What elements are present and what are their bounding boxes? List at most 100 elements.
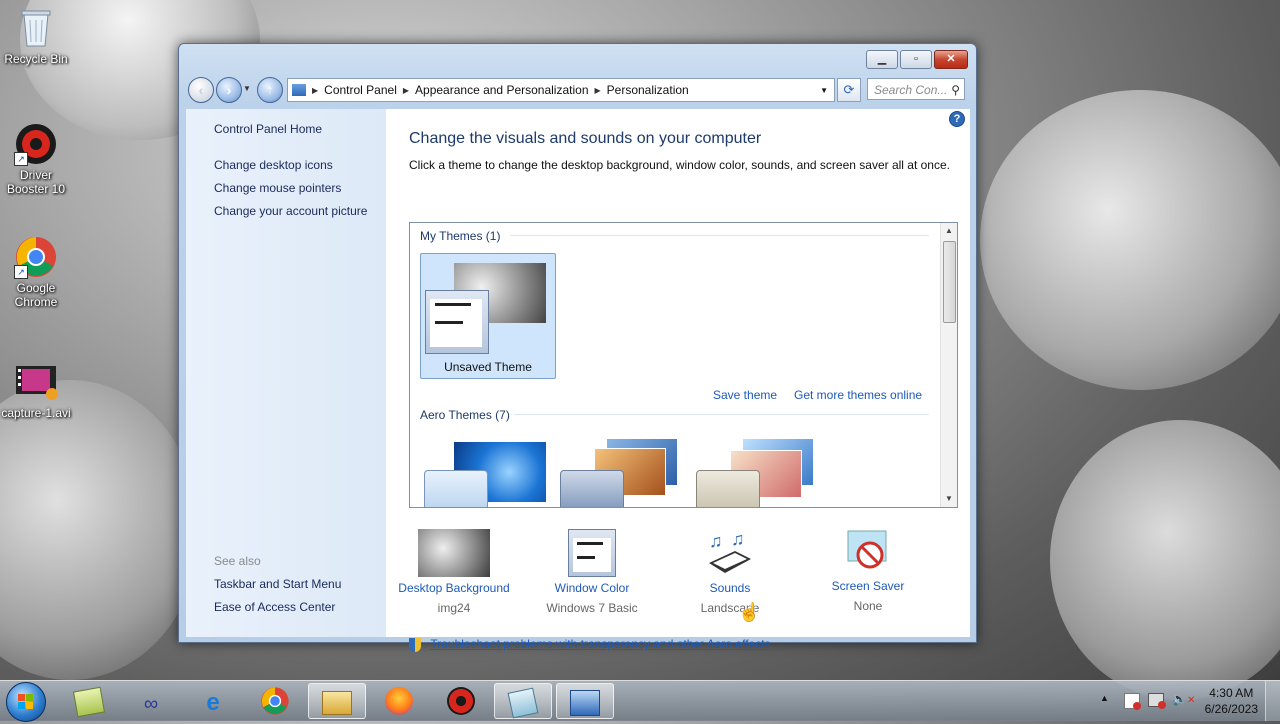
- network-icon[interactable]: [1148, 693, 1166, 709]
- action-center-icon[interactable]: [1124, 693, 1141, 710]
- volume-muted-icon[interactable]: 🔈✕: [1172, 692, 1195, 706]
- breadcrumb-separator: ▶: [312, 85, 319, 95]
- taskbar-driver-booster-icon[interactable]: [432, 683, 490, 719]
- option-value: img24: [437, 601, 471, 615]
- theme-windows-7[interactable]: [424, 438, 554, 507]
- hand-cursor-icon: ☝: [738, 602, 761, 622]
- scroll-up-icon[interactable]: ▲: [941, 223, 957, 239]
- option-value: Windows 7 Basic: [546, 601, 638, 615]
- desktop-icon-capture-avi[interactable]: capture-1.avi: [0, 360, 72, 420]
- nav-link-ease-of-access[interactable]: Ease of Access Center: [214, 600, 335, 614]
- taskbar-internet-explorer-icon[interactable]: e: [184, 683, 242, 719]
- shortcut-arrow-icon: ↗: [14, 265, 28, 279]
- search-placeholder: Search Con...: [874, 83, 948, 97]
- theme-label: Unsaved Theme: [444, 360, 532, 374]
- window-color-option[interactable]: Window Color Windows 7 Basic: [522, 529, 662, 615]
- close-button[interactable]: ✕: [934, 50, 968, 69]
- window-color-preview: [424, 470, 488, 507]
- forward-button[interactable]: ›: [216, 77, 242, 103]
- desktop-icon-google-chrome[interactable]: ↗ Google Chrome: [0, 235, 72, 309]
- desktop-icon-driver-booster[interactable]: ↗ Driver Booster 10: [0, 122, 72, 196]
- taskbar-notepad-icon[interactable]: [60, 683, 118, 719]
- clock-time: 4:30 AM: [1209, 686, 1254, 700]
- show-hidden-icons-icon[interactable]: ▲: [1100, 693, 1109, 703]
- group-divider: [510, 235, 929, 236]
- taskbar-link-app-icon[interactable]: ∞: [122, 683, 180, 719]
- sounds-icon: ♫ ♫: [705, 529, 755, 577]
- search-input[interactable]: Search Con... ⚲: [867, 78, 965, 100]
- recent-pages-dropdown[interactable]: ▼: [243, 84, 251, 93]
- theme-list: My Themes (1) Unsaved Theme Save theme G…: [409, 222, 958, 508]
- theme-architecture[interactable]: [560, 438, 690, 507]
- driver-booster-icon: ↗: [14, 122, 58, 166]
- up-button[interactable]: ↑: [257, 77, 283, 103]
- window-color-preview: [425, 290, 489, 354]
- taskbar-explorer-icon[interactable]: [308, 683, 366, 719]
- breadcrumb-item[interactable]: Control Panel: [324, 83, 397, 97]
- start-button[interactable]: [6, 682, 46, 722]
- window-controls: ▁ ▫ ✕: [864, 50, 968, 69]
- taskbar-firefox-icon[interactable]: [370, 683, 428, 719]
- my-themes-header: My Themes (1): [420, 229, 501, 243]
- aero-themes-header: Aero Themes (7): [420, 408, 510, 422]
- desktop-icon-recycle-bin[interactable]: Recycle Bin: [0, 6, 72, 66]
- taskbar-chrome-icon[interactable]: [246, 683, 304, 719]
- shield-icon: [409, 637, 421, 652]
- svg-text:♫: ♫: [709, 531, 723, 551]
- troubleshoot-row: Troubleshoot problems with transparency …: [409, 637, 771, 652]
- video-file-icon: [14, 360, 58, 404]
- taskbar-notes-icon[interactable]: [494, 683, 552, 719]
- desktop-background-icon: [418, 529, 490, 577]
- scrollbar-thumb[interactable]: [943, 241, 956, 323]
- clock-date: 6/26/2023: [1204, 702, 1258, 716]
- wallpaper-shape: [980, 90, 1280, 390]
- nav-link-change-account-picture[interactable]: Change your account picture: [214, 204, 367, 218]
- desktop-icon-label: Driver Booster 10: [6, 168, 66, 196]
- scroll-down-icon[interactable]: ▼: [941, 491, 957, 507]
- breadcrumb-separator: ▶: [402, 85, 410, 95]
- main-content-pane: ? Change the visuals and sounds on your …: [384, 109, 970, 652]
- save-theme-link[interactable]: Save theme: [713, 388, 777, 402]
- nav-link-taskbar-start-menu[interactable]: Taskbar and Start Menu: [214, 577, 341, 591]
- breadcrumb-item[interactable]: Personalization: [607, 83, 689, 97]
- help-icon[interactable]: ?: [949, 111, 965, 127]
- nav-link-change-desktop-icons[interactable]: Change desktop icons: [214, 158, 333, 172]
- svg-text:♫: ♫: [731, 529, 745, 549]
- theme-characters[interactable]: [696, 438, 826, 507]
- theme-unsaved[interactable]: Unsaved Theme: [420, 253, 556, 379]
- show-desktop-button[interactable]: [1265, 681, 1280, 721]
- recycle-bin-icon: [14, 6, 58, 50]
- theme-list-scrollbar[interactable]: ▲ ▼: [940, 223, 957, 507]
- page-title: Change the visuals and sounds on your co…: [409, 130, 762, 147]
- minimize-button[interactable]: ▁: [866, 50, 898, 69]
- sounds-option[interactable]: ♫ ♫ Sounds Landscape: [660, 529, 800, 615]
- screen-saver-option[interactable]: Screen Saver None: [798, 529, 938, 613]
- get-more-themes-link[interactable]: Get more themes online: [794, 388, 922, 402]
- option-label: Screen Saver: [831, 579, 905, 593]
- option-label: Sounds: [709, 581, 751, 595]
- control-panel-icon: [292, 84, 306, 96]
- window-color-preview: [560, 470, 624, 507]
- option-label: Window Color: [554, 581, 630, 595]
- desktop-background-option[interactable]: Desktop Background img24: [384, 529, 524, 615]
- maximize-button[interactable]: ▫: [900, 50, 932, 69]
- desktop-icon-label: capture-1.avi: [1, 406, 71, 420]
- taskbar-control-panel-icon[interactable]: [556, 683, 614, 719]
- wallpaper-shape: [1050, 420, 1280, 700]
- breadcrumb-item[interactable]: Appearance and Personalization: [415, 83, 588, 97]
- desktop-icon-label: Google Chrome: [14, 281, 58, 309]
- refresh-button[interactable]: ⟳: [837, 78, 861, 102]
- address-dropdown-icon[interactable]: ▼: [820, 86, 828, 95]
- back-button[interactable]: ‹: [188, 77, 214, 103]
- nav-link-change-mouse-pointers[interactable]: Change mouse pointers: [214, 181, 341, 195]
- option-value: Landscape: [700, 601, 760, 615]
- clock[interactable]: 4:30 AM 6/26/2023: [1205, 685, 1258, 717]
- nav-link-control-panel-home[interactable]: Control Panel Home: [214, 122, 322, 136]
- search-icon[interactable]: ⚲: [951, 79, 960, 101]
- troubleshoot-link[interactable]: Troubleshoot problems with transparency …: [430, 637, 770, 651]
- breadcrumb-separator: ▶: [594, 85, 601, 95]
- address-bar[interactable]: ▶ Control Panel ▶ Appearance and Persona…: [287, 78, 835, 102]
- group-divider: [514, 414, 929, 415]
- shortcut-arrow-icon: ↗: [14, 152, 28, 166]
- wallpaper-shape: [0, 380, 200, 680]
